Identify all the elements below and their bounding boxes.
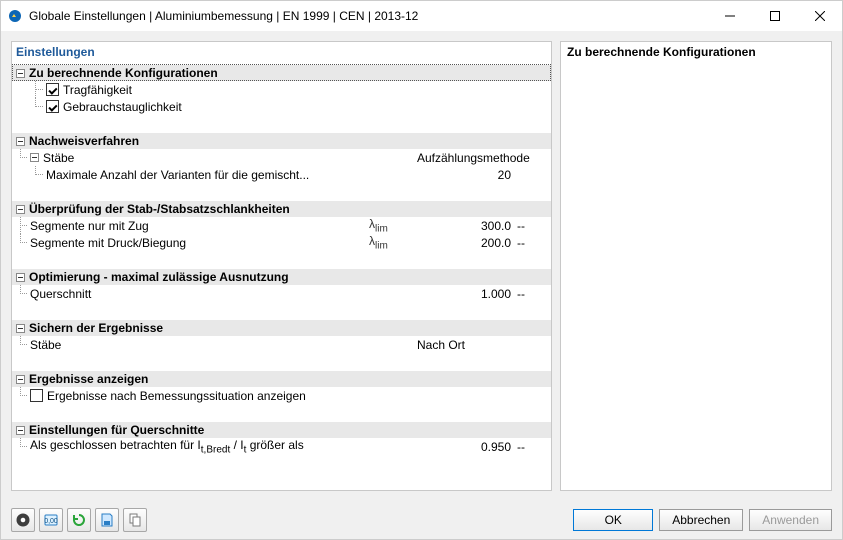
help-button[interactable] xyxy=(11,508,35,532)
lambda-lim-symbol: λlim xyxy=(369,217,417,234)
minimize-button[interactable] xyxy=(707,1,752,31)
settings-panel-title: Einstellungen xyxy=(12,42,551,64)
expander-icon[interactable] xyxy=(16,69,25,78)
footer: 0,00 OK Abbrechen Anwenden xyxy=(1,501,842,539)
group-label: Zu berechnende Konfigurationen xyxy=(29,66,551,80)
content-area: Einstellungen Zu berechnende Konfigurati… xyxy=(1,31,842,501)
close-button[interactable] xyxy=(797,1,842,31)
group-save-results[interactable]: Sichern der Ergebnisse xyxy=(12,319,551,336)
settings-tree: Zu berechnende Konfigurationen Tragfähig… xyxy=(12,64,551,490)
group-verification-method[interactable]: Nachweisverfahren xyxy=(12,132,551,149)
item-compression-bending[interactable]: Segmente mit Druck/Biegung λlim 200.0 -- xyxy=(12,234,551,251)
save-preset-button[interactable] xyxy=(95,508,119,532)
copy-button[interactable] xyxy=(123,508,147,532)
expander-icon[interactable] xyxy=(16,273,25,282)
group-slenderness[interactable]: Überprüfung der Stab-/Stabsatzschlankhei… xyxy=(12,200,551,217)
item-closed-if-ratio[interactable]: Als geschlossen betrachten für It,Bredt … xyxy=(12,438,551,455)
app-icon xyxy=(7,8,23,24)
group-display-results[interactable]: Ergebnisse anzeigen xyxy=(12,370,551,387)
expander-icon[interactable] xyxy=(16,205,25,214)
group-configurations[interactable]: Zu berechnende Konfigurationen xyxy=(12,64,551,81)
expander-icon[interactable] xyxy=(16,426,25,435)
svg-text:0,00: 0,00 xyxy=(44,518,58,525)
item-sls[interactable]: Gebrauchstauglichkeit xyxy=(12,98,551,115)
item-members[interactable]: Stäbe Aufzählungsmethode xyxy=(12,149,551,166)
cancel-button[interactable]: Abbrechen xyxy=(659,509,743,531)
reset-button[interactable] xyxy=(67,508,91,532)
units-button[interactable]: 0,00 xyxy=(39,508,63,532)
item-uls[interactable]: Tragfähigkeit xyxy=(12,81,551,98)
group-optimization[interactable]: Optimierung - maximal zulässige Ausnutzu… xyxy=(12,268,551,285)
checkbox-sls[interactable] xyxy=(46,100,59,113)
item-save-members[interactable]: Stäbe Nach Ort xyxy=(12,336,551,353)
detail-panel: Zu berechnende Konfigurationen xyxy=(560,41,832,491)
expander-icon[interactable] xyxy=(16,324,25,333)
apply-button: Anwenden xyxy=(749,509,832,531)
checkbox-uls[interactable] xyxy=(46,83,59,96)
group-cross-section-settings[interactable]: Einstellungen für Querschnitte xyxy=(12,421,551,438)
ok-button[interactable]: OK xyxy=(573,509,653,531)
checkbox-results-by-design-sit[interactable] xyxy=(30,389,43,402)
settings-panel: Einstellungen Zu berechnende Konfigurati… xyxy=(11,41,552,491)
window-title: Globale Einstellungen | Aluminiumbemessu… xyxy=(29,9,707,23)
maximize-button[interactable] xyxy=(752,1,797,31)
titlebar: Globale Einstellungen | Aluminiumbemessu… xyxy=(1,1,842,31)
detail-panel-title: Zu berechnende Konfigurationen xyxy=(561,42,831,64)
expander-icon[interactable] xyxy=(16,375,25,384)
item-tension-only[interactable]: Segmente nur mit Zug λlim 300.0 -- xyxy=(12,217,551,234)
lambda-lim-symbol: λlim xyxy=(369,234,417,251)
item-results-by-design-sit[interactable]: Ergebnisse nach Bemessungssituation anze… xyxy=(12,387,551,404)
item-cross-section[interactable]: Querschnitt 1.000 -- xyxy=(12,285,551,302)
expander-icon[interactable] xyxy=(30,153,39,162)
expander-icon[interactable] xyxy=(16,137,25,146)
item-max-variants[interactable]: Maximale Anzahl der Varianten für die ge… xyxy=(12,166,551,183)
